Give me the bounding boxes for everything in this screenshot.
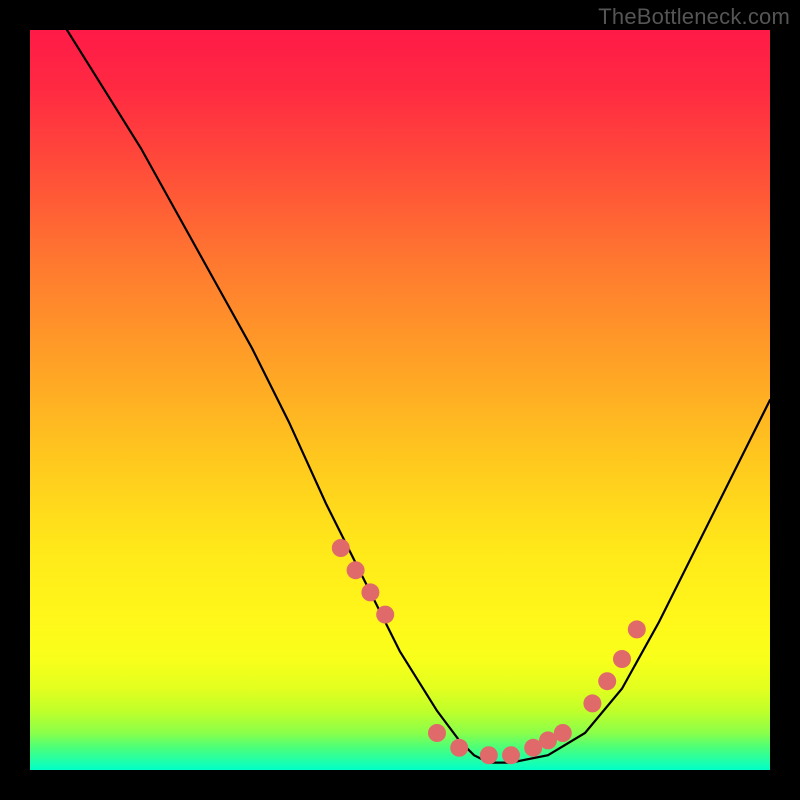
curve-marker bbox=[628, 620, 646, 638]
watermark-label: TheBottleneck.com bbox=[598, 4, 790, 30]
curve-marker bbox=[583, 694, 601, 712]
curve-marker bbox=[502, 746, 520, 764]
curve-markers bbox=[332, 539, 646, 764]
curve-marker bbox=[450, 739, 468, 757]
curve-marker bbox=[554, 724, 572, 742]
curve-marker bbox=[332, 539, 350, 557]
chart-svg bbox=[30, 30, 770, 770]
curve-marker bbox=[613, 650, 631, 668]
plot-area bbox=[30, 30, 770, 770]
curve-marker bbox=[428, 724, 446, 742]
curve-marker bbox=[598, 672, 616, 690]
curve-marker bbox=[347, 561, 365, 579]
chart-frame: TheBottleneck.com bbox=[0, 0, 800, 800]
bottleneck-curve bbox=[67, 30, 770, 763]
curve-marker bbox=[376, 606, 394, 624]
curve-marker bbox=[480, 746, 498, 764]
curve-marker bbox=[361, 583, 379, 601]
